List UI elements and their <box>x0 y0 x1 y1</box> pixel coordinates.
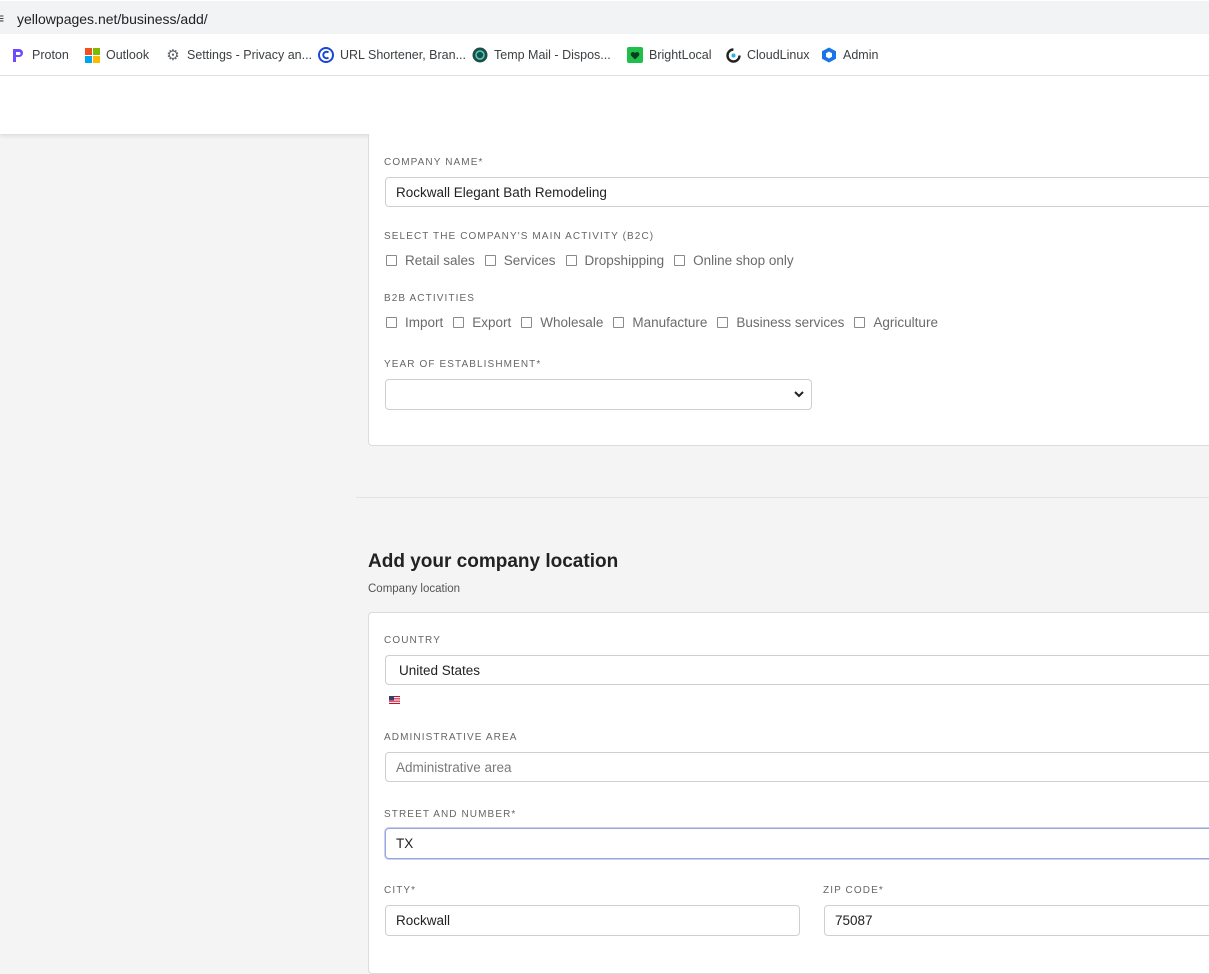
city-label: CITY* <box>384 885 417 896</box>
b2c-option-online-shop-only[interactable]: Online shop only <box>674 253 794 268</box>
us-flag-icon <box>389 696 400 704</box>
checkbox[interactable] <box>484 255 496 266</box>
admin-area-input[interactable]: Administrative area <box>385 752 1209 782</box>
chevron-down-icon <box>794 391 804 398</box>
cloudlinux-icon <box>725 47 741 63</box>
option-label: Retail sales <box>405 253 475 268</box>
b2b-options: Import Export Wholesale Manufacture Busi… <box>386 315 948 330</box>
option-label: Manufacture <box>632 315 708 330</box>
microsoft-icon <box>84 47 100 63</box>
bookmark-label: Temp Mail - Dispos... <box>494 48 611 62</box>
gear-icon: ⚙ <box>166 47 180 64</box>
url-shortener-icon <box>318 47 334 63</box>
checkbox[interactable] <box>565 255 577 266</box>
proton-icon <box>10 47 26 63</box>
bookmark-label: Admin <box>843 48 879 62</box>
section-divider <box>356 497 1209 498</box>
bookmark-temp-mail[interactable]: Temp Mail - Dispos... <box>472 47 611 63</box>
checkbox[interactable] <box>386 317 397 328</box>
admin-hexagon-icon <box>821 47 837 63</box>
company-name-label: COMPANY NAME* <box>384 157 484 168</box>
checkbox[interactable] <box>386 255 397 266</box>
year-select[interactable] <box>385 379 812 410</box>
option-label: Services <box>503 253 556 268</box>
bookmark-cloudlinux[interactable]: CloudLinux <box>725 47 810 63</box>
b2c-activity-label: SELECT THE COMPANY'S MAIN ACTIVITY (B2C) <box>384 231 655 242</box>
url-text: yellowpages.net/business/add/ <box>17 11 208 27</box>
option-label: Business services <box>736 315 845 330</box>
checkbox[interactable] <box>613 317 625 328</box>
b2b-option-business-services[interactable]: Business services <box>717 315 844 330</box>
checkbox[interactable] <box>674 255 686 266</box>
checkbox[interactable] <box>453 317 465 328</box>
b2b-activity-label: B2B ACTIVITIES <box>384 293 475 304</box>
company-name-input[interactable]: Rockwall Elegant Bath Remodeling <box>385 177 1209 207</box>
option-label: Wholesale <box>540 315 604 330</box>
option-label: Export <box>472 315 512 330</box>
site-info-icon[interactable]: ≡ <box>0 10 4 26</box>
checkbox[interactable] <box>521 317 533 328</box>
checkbox[interactable] <box>717 317 729 328</box>
b2b-option-import[interactable]: Import <box>386 315 443 330</box>
b2b-option-export[interactable]: Export <box>453 315 511 330</box>
bookmark-settings[interactable]: ⚙ Settings - Privacy an... <box>165 47 313 64</box>
b2b-option-agriculture[interactable]: Agriculture <box>854 315 938 330</box>
browser-address-bar: ≡ yellowpages.net/business/add/ <box>0 0 1209 35</box>
country-label: COUNTRY <box>384 635 441 646</box>
zip-input[interactable]: 75087 <box>824 905 1209 936</box>
checkbox[interactable] <box>854 317 866 328</box>
option-label: Dropshipping <box>584 253 665 268</box>
bookmark-admin[interactable]: Admin <box>821 47 878 63</box>
bookmark-label: BrightLocal <box>649 48 712 62</box>
b2c-option-retail-sales[interactable]: Retail sales <box>386 253 475 268</box>
b2c-option-dropshipping[interactable]: Dropshipping <box>565 253 665 268</box>
temp-mail-icon <box>472 47 488 63</box>
b2c-option-services[interactable]: Services <box>484 253 556 268</box>
bookmarks-bar: Proton Outlook ⚙ Settings - Privacy an..… <box>0 35 1209 76</box>
option-label: Online shop only <box>693 253 794 268</box>
site-header <box>0 76 1209 134</box>
bookmark-brightlocal[interactable]: BrightLocal <box>627 47 712 63</box>
option-label: Import <box>405 315 444 330</box>
bookmark-label: Outlook <box>106 48 150 62</box>
b2c-options: Retail sales Services Dropshipping Onlin… <box>386 253 804 268</box>
location-section-title: Add your company location <box>368 551 619 572</box>
zip-label: ZIP CODE* <box>823 885 884 896</box>
bookmark-label: URL Shortener, Bran... <box>340 48 466 62</box>
bookmark-label: CloudLinux <box>747 48 810 62</box>
b2b-option-manufacture[interactable]: Manufacture <box>613 315 707 330</box>
bookmark-url-shortener[interactable]: URL Shortener, Bran... <box>318 47 466 63</box>
bookmark-proton[interactable]: Proton <box>10 47 69 63</box>
option-label: Agriculture <box>873 315 938 330</box>
city-input[interactable]: Rockwall <box>385 905 800 936</box>
b2b-option-wholesale[interactable]: Wholesale <box>521 315 603 330</box>
bookmark-outlook[interactable]: Outlook <box>84 47 149 63</box>
url-field[interactable]: ≡ yellowpages.net/business/add/ <box>0 1 1209 34</box>
street-label: STREET AND NUMBER* <box>384 809 517 820</box>
bookmark-label: Proton <box>32 48 69 62</box>
brightlocal-icon <box>627 47 643 63</box>
admin-area-label: ADMINISTRATIVE AREA <box>384 732 518 743</box>
bookmark-label: Settings - Privacy an... <box>187 48 313 62</box>
location-section-subtitle: Company location <box>368 583 461 595</box>
street-input[interactable]: TX <box>385 828 1209 859</box>
year-label: YEAR OF ESTABLISHMENT* <box>384 359 542 370</box>
country-input[interactable]: United States <box>385 655 1209 685</box>
